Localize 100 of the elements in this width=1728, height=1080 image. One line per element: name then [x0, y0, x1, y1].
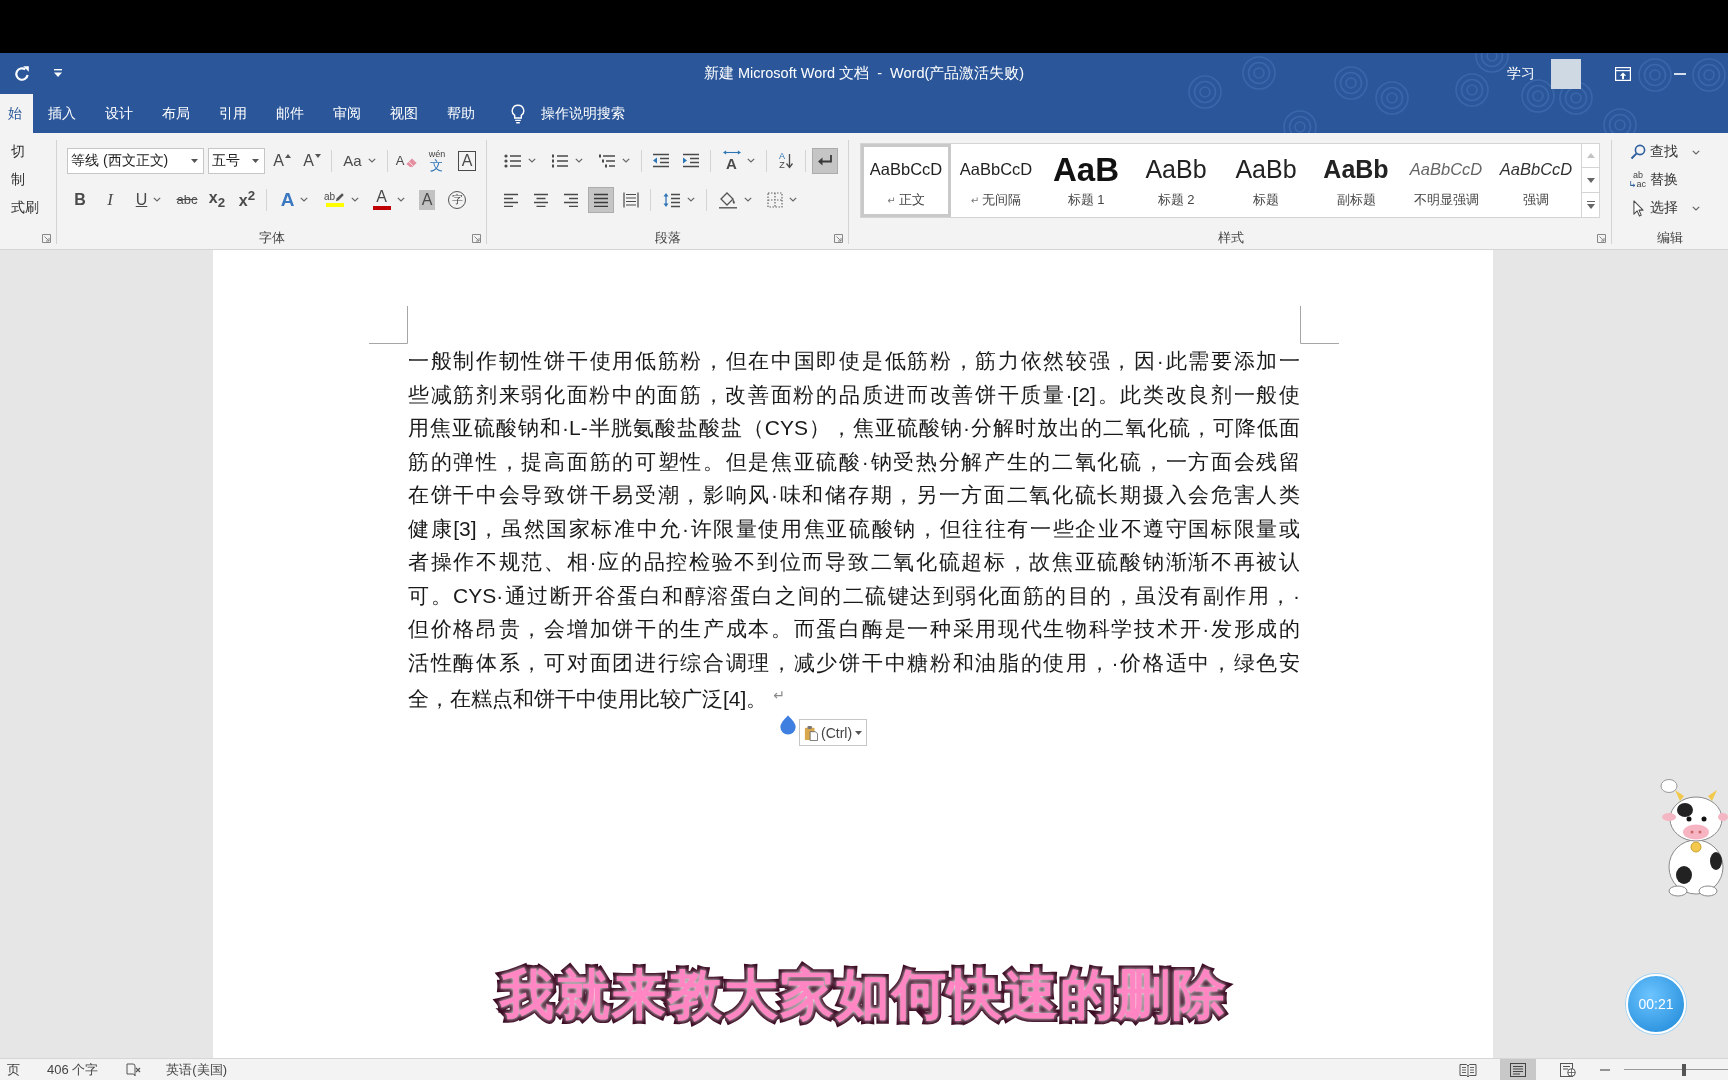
caret-icon [574, 158, 583, 163]
up-triangle-icon [1586, 152, 1595, 158]
tell-me-search[interactable]: 操作说明搜索 [541, 104, 625, 123]
avatar-placeholder[interactable] [1551, 58, 1581, 89]
distributed-align-icon [623, 191, 639, 208]
body-paragraph: 一般制作韧性饼干使用低筋粉，但在中国即使是低筋粉，筋力依然较强，因·此需要添加一 些减筋剂来弱化面粉中的面筋，改善面粉的品质进而改善饼干质量·[2]。此类改良剂一般使 用焦亚硫酸钠和·L-半胱氨酸盐酸盐（CYS），焦亚硫酸钠·分解时放出的二氧化硫，可降低面 筋的弹性，提高面筋的可塑性。但是焦亚硫酸·钠受热分解产生的二氧化硫，一方面会残留 在饼干中会导致饼干易受潮，影响风·味和储存期，另一方面二氧化硫长期摄入会危害人类 健康[3]，虽然国家标准中允·许限量使用焦亚硫酸钠，但往往有一些企业不遵守国标限量或 者操作不规范、相·应的品控检验不到位而导致二氧化硫超标，故焦亚硫酸钠渐渐不再被认 可。CYS·通过断开谷蛋白和醇溶蛋白之间的二硫键达到弱化面筋的目的，虽没有副作用，· 但价格昂贵，会增加饼干的生产成本。而蛋白酶是一种采用现代生物科学技术开·发形成的 活性酶体系，可对面团进行综合调理，减少饼干中糖粉和油脂的使用，·价格适中，绿色安 全，在糕点和饼干中使用比较广泛[4]。 $^{↵}$ [408, 348, 1300, 712]
align-right-icon [563, 192, 579, 207]
font-size-dropdown[interactable]: 五号 [208, 147, 265, 174]
minus-icon[interactable] [1600, 1068, 1610, 1071]
align-center-icon [533, 192, 549, 207]
highlight-button[interactable]: ab [320, 186, 363, 213]
up-triangle-icon [284, 153, 291, 158]
font-name-dropdown[interactable]: 等线 (西文正文) [67, 147, 204, 174]
caret-icon [788, 197, 797, 202]
line-spacing-icon [662, 191, 681, 208]
style-gallery-item[interactable]: AaB 标题 1 [1041, 143, 1131, 217]
text-effects-button[interactable]: A [273, 186, 316, 213]
subscript-button[interactable]: x$_{2}$ [204, 186, 230, 213]
caret-icon [743, 197, 752, 202]
dialog-launcher-icon[interactable] [1597, 233, 1606, 243]
justify-button[interactable] [588, 186, 614, 213]
caret-icon [153, 197, 162, 202]
text-direction-button[interactable]: A [717, 147, 760, 174]
pointer-icon [1633, 199, 1644, 217]
caret-icon [300, 197, 309, 202]
font-color-button[interactable]: A [367, 186, 410, 213]
phonetic-guide-button[interactable]: wén 文 [424, 147, 450, 174]
clipboard-command[interactable]: 式刷 [0, 194, 57, 222]
style-gallery-item[interactable]: AaBbCcD ↵ 正文 [861, 143, 951, 217]
page-indicator[interactable]: 页 [7, 1060, 20, 1079]
print-layout-button[interactable] [1500, 1059, 1536, 1080]
style-gallery-item[interactable]: AaBb 标题 2 [1131, 143, 1221, 217]
book-icon[interactable] [126, 1062, 143, 1077]
style-gallery-item[interactable]: AaBbCcD ↵ 无间隔 [951, 143, 1041, 217]
bulleted-list-icon [503, 152, 522, 169]
select-button[interactable]: 选择 [1630, 194, 1728, 222]
down-triangle-icon [1586, 177, 1595, 183]
change-case-button[interactable]: Aa [338, 147, 381, 174]
indent-icon [682, 152, 700, 169]
page-icon [1510, 1062, 1526, 1077]
caret-icon [191, 158, 198, 163]
style-gallery-item[interactable]: AaBb 副标题 [1311, 143, 1401, 217]
clipboard-command[interactable]: 制 [0, 166, 57, 194]
down-arrow-icon [786, 152, 793, 169]
search-icon [1630, 144, 1646, 160]
find-button[interactable]: 查找 [1630, 138, 1728, 166]
video-subtitle: 我就来教大家如何快速的删除 [500, 963, 1228, 1026]
margin-corner-mark [369, 306, 408, 344]
clipboard-icon [804, 724, 818, 741]
language-indicator[interactable]: 英语(美国) [166, 1060, 227, 1079]
caret-icon [1692, 205, 1700, 211]
zoom-slider-thumb[interactable] [1682, 1063, 1687, 1076]
circular-arrow-icon[interactable] [13, 64, 31, 83]
paste-options-button[interactable]: (Ctrl) [799, 719, 868, 746]
paint-bucket-icon [717, 190, 738, 209]
ribbon-tab[interactable]: 审阅 [318, 94, 375, 133]
ribbon-tab[interactable]: 设计 [90, 94, 147, 133]
more-caret-icon [1586, 200, 1595, 209]
ribbon-tab[interactable]: 始 [0, 94, 33, 133]
ribbon-tab[interactable]: 帮助 [432, 94, 489, 133]
minimize-icon[interactable] [1674, 72, 1686, 75]
underline-button[interactable]: U [127, 186, 170, 213]
italic-button[interactable]: I [97, 186, 123, 213]
ribbon-tab[interactable]: 插入 [33, 94, 90, 133]
open-book-icon [1459, 1062, 1477, 1077]
ribbon-tab[interactable]: 布局 [147, 94, 204, 133]
lightbulb-icon[interactable] [511, 103, 525, 124]
ribbon-tab[interactable]: 邮件 [261, 94, 318, 133]
clear-formatting-button[interactable]: A [394, 147, 420, 174]
dialog-launcher-icon[interactable] [472, 233, 481, 243]
superscript-button[interactable]: x$^{2}$ [234, 186, 260, 213]
marker-pen-icon [335, 192, 346, 202]
dialog-launcher-icon[interactable] [834, 233, 843, 243]
margin-corner-mark [1300, 306, 1339, 344]
double-arrow-icon [722, 150, 741, 155]
dropdown-caret-icon[interactable] [53, 69, 63, 78]
show-marks-button[interactable] [812, 147, 838, 174]
enclose-character-button[interactable]: 字 [444, 186, 470, 213]
style-gallery-item[interactable]: AaBbCcD 强调 [1491, 143, 1581, 217]
word-count[interactable]: 406 个字 [47, 1060, 99, 1079]
hook-arrow-icon [1630, 181, 1636, 188]
sort-button[interactable]: A Z [773, 147, 799, 174]
clipboard-command[interactable]: 切 [0, 138, 57, 166]
style-gallery-item[interactable]: AaBbCcD 不明显强调 [1401, 143, 1491, 217]
selection-handle-icon[interactable] [779, 715, 797, 735]
group-label: 样式 [1217, 229, 1244, 247]
border-grid-icon [766, 191, 783, 208]
caret-icon [252, 158, 259, 163]
style-gallery-item[interactable]: AaBb 标题 [1221, 143, 1311, 217]
justify-icon [593, 192, 609, 207]
grow-font-button[interactable]: A [269, 147, 295, 174]
dialog-launcher-icon[interactable] [42, 233, 51, 243]
caret-icon [396, 197, 405, 202]
ribbon-tab[interactable]: 引用 [204, 94, 261, 133]
bold-button[interactable]: B [67, 186, 93, 213]
shrink-font-button[interactable]: A [299, 147, 325, 174]
caret-icon [1692, 149, 1700, 155]
ribbon-tab[interactable]: 视图 [375, 94, 432, 133]
strikethrough-button[interactable]: abc [174, 186, 200, 213]
account-name[interactable]: 学习 [1507, 64, 1535, 83]
